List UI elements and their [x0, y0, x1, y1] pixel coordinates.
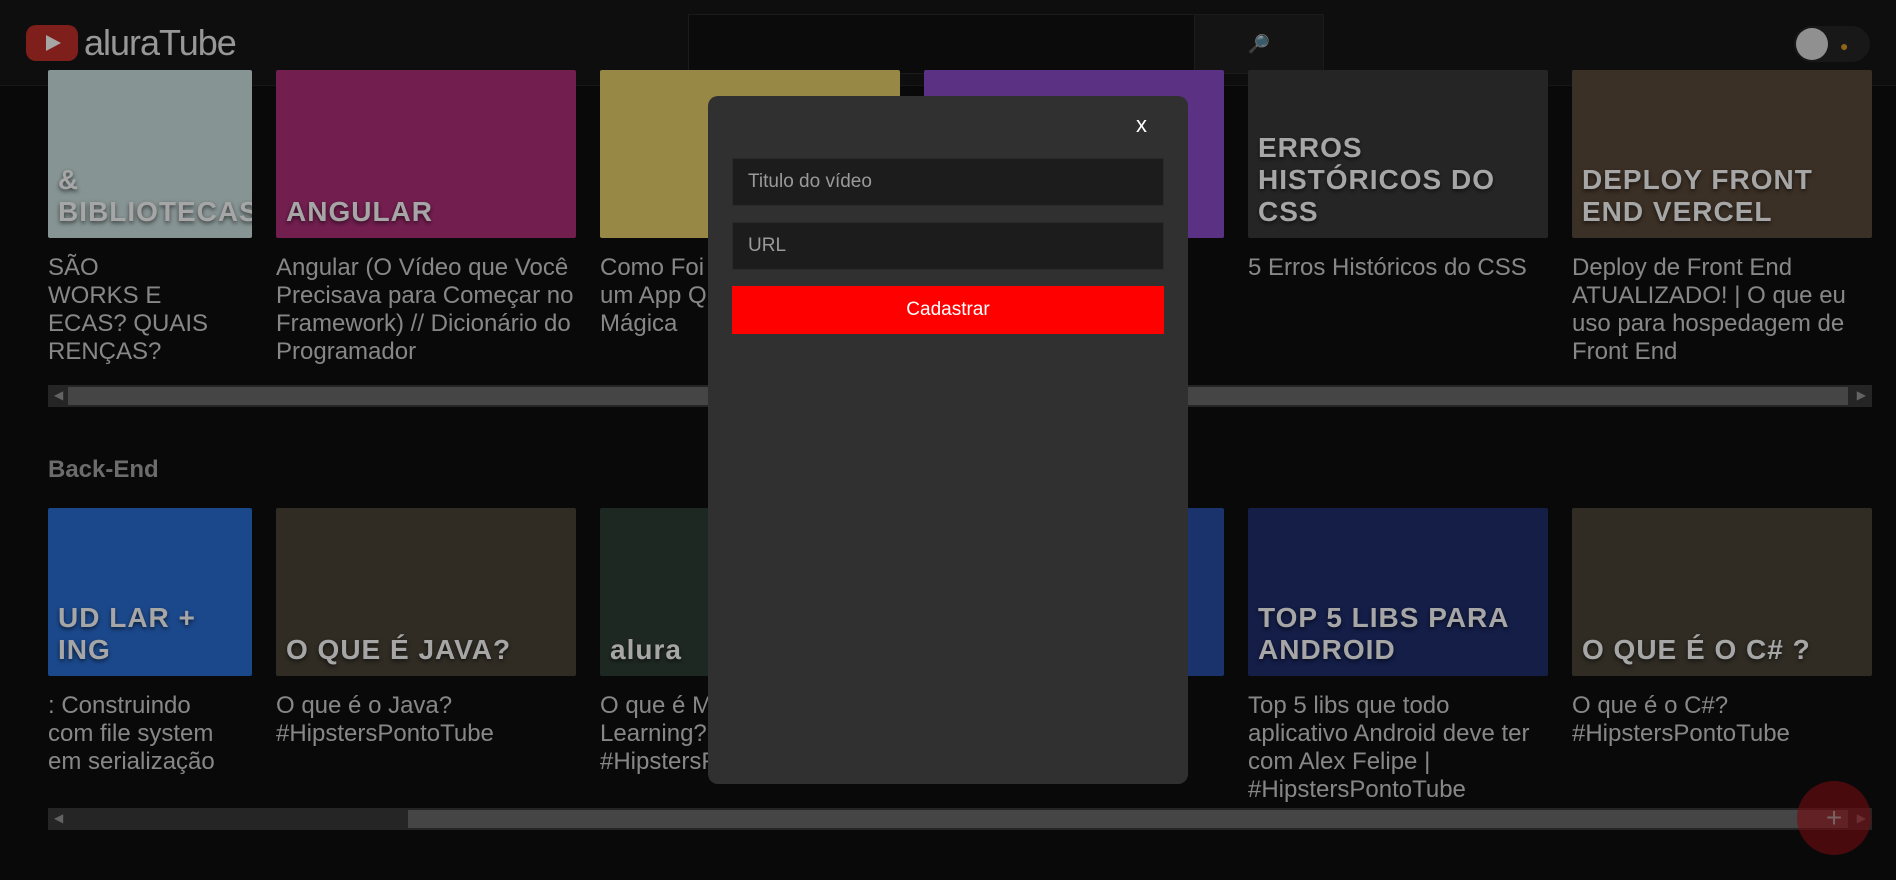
submit-button[interactable]: Cadastrar [732, 286, 1164, 334]
video-title-input[interactable] [732, 158, 1164, 206]
add-video-modal: x Cadastrar [708, 96, 1188, 784]
close-icon[interactable]: x [1136, 112, 1147, 138]
video-url-input[interactable] [732, 222, 1164, 270]
